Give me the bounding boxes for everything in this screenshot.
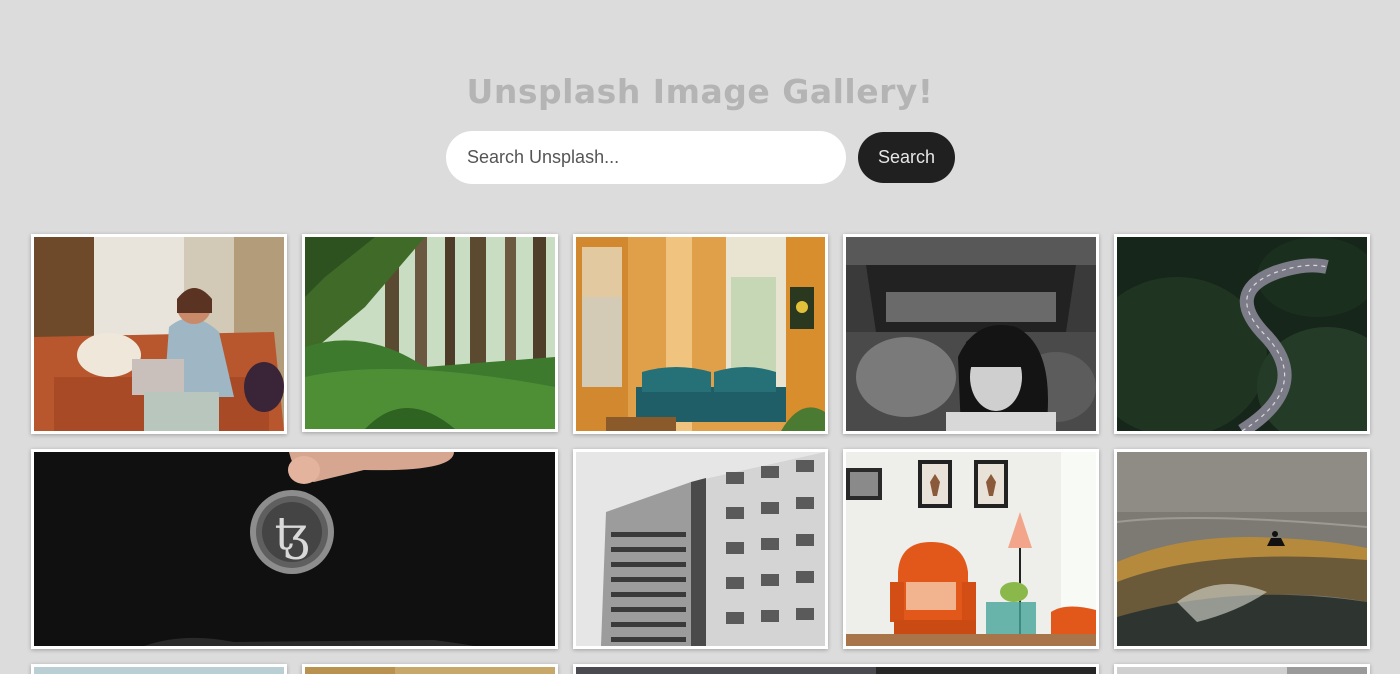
gallery-image-partial-2[interactable] [302, 664, 558, 674]
gallery-image-teal-sofa-room[interactable] [573, 234, 828, 434]
search-button[interactable]: Search [858, 132, 955, 183]
gallery-image-surfer[interactable] [1114, 449, 1370, 649]
svg-text:ꜩ: ꜩ [275, 506, 310, 560]
gallery-image-building[interactable] [573, 449, 828, 649]
gallery-image-coin[interactable]: ꜩ [31, 449, 558, 649]
gallery-image-partial-3[interactable] [573, 664, 1099, 674]
page-title: Unsplash Image Gallery! [466, 72, 934, 111]
gallery-image-armchair[interactable] [843, 449, 1099, 649]
gallery-image-partial-4[interactable] [1114, 664, 1370, 674]
gallery-image-winding-road[interactable] [1114, 234, 1370, 434]
gallery-image-woman-hijab[interactable] [843, 234, 1099, 434]
gallery-image-partial-1[interactable] [31, 664, 287, 674]
search-input[interactable] [446, 131, 846, 184]
gallery-image-forest[interactable] [302, 234, 558, 432]
gallery-image-woman-laptop[interactable] [31, 234, 287, 434]
